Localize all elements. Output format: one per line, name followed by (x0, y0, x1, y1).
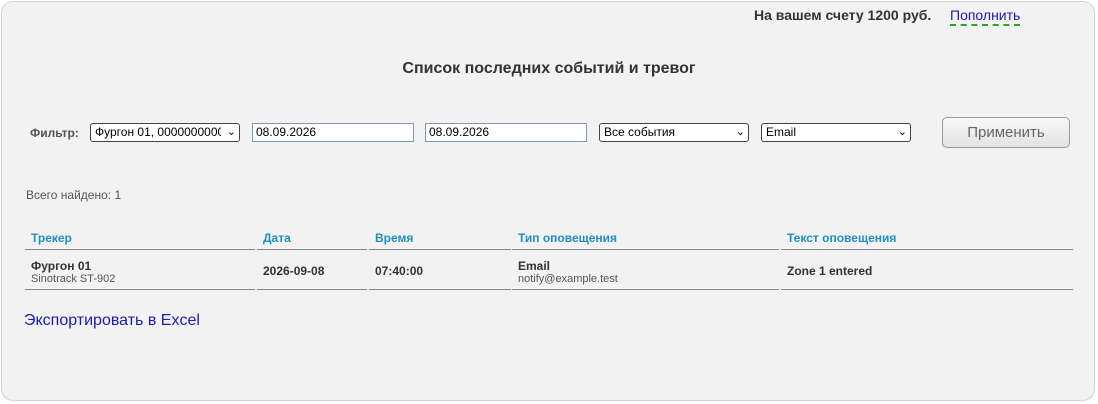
tracker-select-value: Фургон 01, 000000000000 (95, 125, 221, 139)
apply-button[interactable]: Применить (942, 117, 1070, 148)
col-header-notify-type[interactable]: Тип оповещения (512, 228, 779, 250)
notify-target: notify@example.test (518, 273, 618, 285)
date-from-input[interactable]: 08.09.2026 (252, 123, 414, 142)
balance-text: На вашем счету 1200 руб. (754, 7, 932, 23)
chevron-down-icon: ⌄ (897, 126, 907, 138)
table-cell-notify-text: Zone 1 entered (781, 252, 1073, 290)
table-cell-notify-type: Email notify@example.test (512, 252, 779, 290)
found-count: Всего найдено: 1 (26, 188, 122, 202)
topup-link[interactable]: Пополнить (950, 7, 1021, 26)
date-to-input[interactable]: 08.09.2026 (425, 123, 587, 142)
page-title: Список последних событий и тревог (402, 60, 696, 77)
table-cell-tracker: Фургон 01 Sinotrack ST-902 (25, 252, 255, 290)
col-header-tracker[interactable]: Трекер (25, 228, 255, 250)
tracker-model: Sinotrack ST-902 (31, 273, 116, 285)
export-excel-link[interactable]: Экспортировать в Excel (24, 312, 200, 330)
col-header-time[interactable]: Время (369, 228, 511, 250)
tracker-name: Фургон 01 (31, 259, 92, 273)
event-type-select-value: Все события (604, 125, 676, 139)
col-header-notify-text[interactable]: Текст оповещения (781, 228, 1073, 250)
col-header-date[interactable]: Дата (257, 228, 367, 250)
chevron-down-icon: ⌄ (735, 126, 745, 138)
chevron-down-icon: ⌄ (226, 126, 236, 138)
notify-type: Email (518, 259, 551, 273)
notify-type-select[interactable]: Email ⌄ (761, 123, 911, 142)
table-cell-date: 2026-09-08 (257, 252, 367, 290)
filter-label: Фильтр: (30, 126, 79, 140)
table-cell-time: 07:40:00 (369, 252, 511, 290)
events-panel: На вашем счету 1200 руб. Пополнить Списо… (1, 1, 1095, 401)
notify-type-select-value: Email (766, 125, 797, 139)
tracker-select[interactable]: Фургон 01, 000000000000 ⌄ (90, 123, 240, 142)
event-type-select[interactable]: Все события ⌄ (599, 123, 749, 142)
